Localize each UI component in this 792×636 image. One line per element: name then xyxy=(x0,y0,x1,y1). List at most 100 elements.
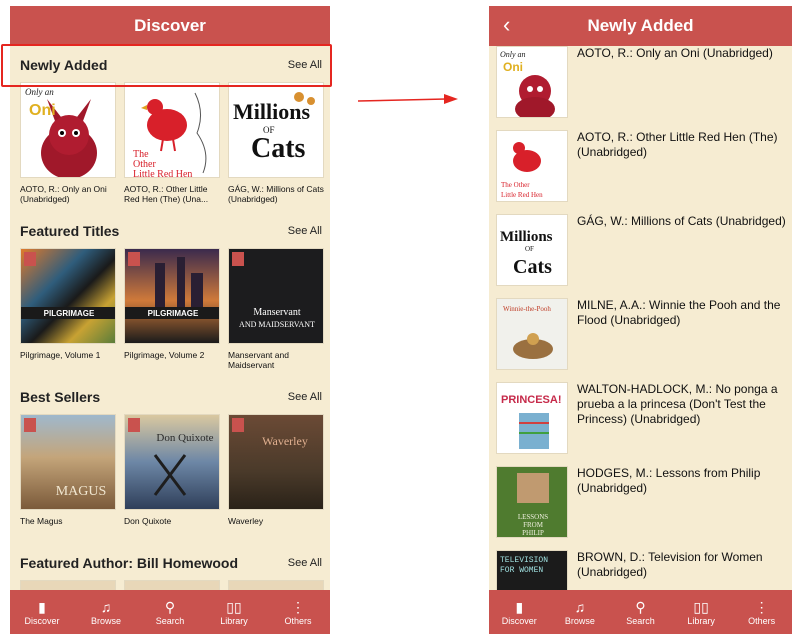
tab-library[interactable]: ▯▯ Library xyxy=(206,598,262,626)
book-card[interactable]: PILGRIMAGE Pilgrimage, Volume 2 xyxy=(124,248,220,372)
search-icon: ⚲ xyxy=(164,599,176,615)
svg-text:Waverley: Waverley xyxy=(262,434,308,448)
tab-search[interactable]: ⚲ Search xyxy=(612,598,668,626)
svg-text:PHILIP: PHILIP xyxy=(522,529,544,537)
section-featured-author: Featured Author: Bill Homewood See All xyxy=(10,550,330,594)
tab-others[interactable]: ⋮ Others xyxy=(270,598,326,626)
newly-added-screen: ‹ Newly Added Only an Oni AOTO, R.: Only… xyxy=(489,6,792,634)
tab-library[interactable]: ▯▯ Library xyxy=(673,598,729,626)
section-title: Best Sellers xyxy=(20,389,101,405)
book-caption: AOTO, R.: Only an Oni (Unabridged) xyxy=(20,184,107,204)
discover-header: Discover xyxy=(10,6,330,46)
list-item[interactable]: Only an Oni AOTO, R.: Only an Oni (Unabr… xyxy=(496,46,792,122)
more-vertical-icon: ⋮ xyxy=(754,599,769,615)
music-note-icon: ♫ xyxy=(100,599,112,615)
book-cover: The Other Little Red Hen xyxy=(496,130,568,202)
svg-text:Don Quixote: Don Quixote xyxy=(156,432,213,444)
svg-text:Cats: Cats xyxy=(513,256,552,278)
tab-others[interactable]: ⋮ Others xyxy=(734,598,790,626)
see-all-button[interactable]: See All xyxy=(288,391,322,403)
book-card[interactable]: Millions OF Cats GÁG, W.: Millions of Ca… xyxy=(228,82,324,206)
book-caption: Pilgrimage, Volume 1 xyxy=(20,350,101,360)
book-cover: Millions OF Cats xyxy=(496,214,568,286)
svg-text:AND MAIDSERVANT: AND MAIDSERVANT xyxy=(239,320,315,329)
book-card[interactable]: The Other Little Red Hen AOTO, R.: Other… xyxy=(124,82,220,206)
list-item-title: WALTON-HADLOCK, M.: No ponga a prueba a … xyxy=(577,382,778,426)
svg-text:Oni: Oni xyxy=(29,102,56,119)
list-item-title: GÁG, W.: Millions of Cats (Unabridged) xyxy=(577,214,786,228)
bottom-tab-bar: ▮ Discover ♫ Browse ⚲ Search ▯▯ Library ⋮ Oth… xyxy=(10,590,330,634)
page-title: Newly Added xyxy=(587,16,694,35)
book-cover: Don Quixote xyxy=(124,414,220,510)
book-cover: Millions OF Cats xyxy=(228,82,324,178)
open-book-icon: ▯▯ xyxy=(226,599,242,615)
svg-text:Cats: Cats xyxy=(251,133,306,164)
svg-text:PILGRIMAGE: PILGRIMAGE xyxy=(148,309,199,318)
book-card[interactable]: PILGRIMAGE Pilgrimage, Volume 1 xyxy=(20,248,116,372)
newly-added-header: ‹ Newly Added xyxy=(489,6,792,46)
book-card[interactable]: Waverley Waverley xyxy=(228,414,324,538)
book-cover: Waverley xyxy=(228,414,324,510)
svg-text:Millions: Millions xyxy=(500,229,553,245)
svg-text:Oni: Oni xyxy=(503,60,523,74)
see-all-button[interactable]: See All xyxy=(288,557,322,569)
book-cover: MAGUS xyxy=(20,414,116,510)
back-arrow-icon[interactable]: ‹ xyxy=(503,12,510,38)
list-item[interactable]: LESSONS FROM PHILIP HODGES, M.: Lessons … xyxy=(496,466,792,542)
book-caption: GÁG, W.: Millions of Cats (Unabridged) xyxy=(228,184,324,204)
book-icon: ▮ xyxy=(38,599,46,615)
book-cover: PILGRIMAGE xyxy=(124,248,220,344)
section-title: Featured Author: Bill Homewood xyxy=(20,555,239,571)
bottom-tab-bar: ▮ Discover ♫ Browse ⚲ Search ▯▯ Library ⋮ Oth… xyxy=(489,590,792,634)
svg-text:Only an: Only an xyxy=(500,50,526,59)
page-title: Discover xyxy=(134,16,206,35)
svg-text:TELEVISION: TELEVISION xyxy=(500,556,548,565)
book-cover: Manservant AND MAIDSERVANT xyxy=(228,248,324,344)
tab-browse[interactable]: ♫ Browse xyxy=(552,598,608,626)
tab-discover[interactable]: ▮ Discover xyxy=(14,598,70,626)
tab-discover[interactable]: ▮ Discover xyxy=(491,598,547,626)
svg-text:Millions: Millions xyxy=(233,99,310,124)
book-cover: The Other Little Red Hen xyxy=(124,82,220,178)
list-item[interactable]: Winnie-the-Pooh MILNE, A.A.: Winnie the … xyxy=(496,298,792,374)
svg-text:Little Red Hen: Little Red Hen xyxy=(501,191,543,199)
book-caption: AOTO, R.: Other Little Red Hen (The) (Un… xyxy=(124,184,209,204)
see-all-button[interactable]: See All xyxy=(288,225,322,237)
book-cover: LESSONS FROM PHILIP xyxy=(496,466,568,538)
book-card[interactable]: Only an Oni AOTO, R.: Only an Oni (Unabr… xyxy=(20,82,116,206)
list-item-title: BROWN, D.: Television for Women (Unabrid… xyxy=(577,550,763,579)
book-icon: ▮ xyxy=(515,599,524,615)
book-caption: Waverley xyxy=(228,516,264,526)
list-item[interactable]: PRINCESA! WALTON-HADLOCK, M.: No ponga a… xyxy=(496,382,792,458)
list-item[interactable]: Millions OF Cats GÁG, W.: Millions of Ca… xyxy=(496,214,792,290)
tab-browse[interactable]: ♫ Browse xyxy=(78,598,134,626)
book-card[interactable]: Manservant AND MAIDSERVANT Manservant an… xyxy=(228,248,324,372)
svg-text:The Other: The Other xyxy=(501,181,530,189)
discover-screen: Discover Newly Added See All Only an Oni… xyxy=(10,6,330,634)
svg-text:PRINCESA!: PRINCESA! xyxy=(501,394,562,406)
section-title: Featured Titles xyxy=(20,223,120,239)
list-item-title: AOTO, R.: Only an Oni (Unabridged) xyxy=(577,46,773,60)
book-cover: Winnie-the-Pooh xyxy=(496,298,568,370)
book-cover: PILGRIMAGE xyxy=(20,248,116,344)
book-card[interactable]: Don Quixote Don Quixote xyxy=(124,414,220,538)
highlight-box xyxy=(1,44,332,87)
book-caption: Don Quixote xyxy=(124,516,172,526)
svg-text:FROM: FROM xyxy=(523,521,544,529)
book-cover: Only an Oni xyxy=(20,82,116,178)
section-best-sellers: Best Sellers See All MAGUS The Magus Don… xyxy=(10,384,330,538)
more-vertical-icon: ⋮ xyxy=(291,599,305,615)
book-cover: PRINCESA! xyxy=(496,382,568,454)
svg-text:Winnie-the-Pooh: Winnie-the-Pooh xyxy=(503,305,551,313)
list-item[interactable]: The Other Little Red Hen AOTO, R.: Other… xyxy=(496,130,792,206)
svg-text:MAGUS: MAGUS xyxy=(56,484,107,499)
tab-search[interactable]: ⚲ Search xyxy=(142,598,198,626)
svg-text:LESSONS: LESSONS xyxy=(518,513,548,521)
list-item-title: HODGES, M.: Lessons from Philip (Unabrid… xyxy=(577,466,761,495)
open-book-icon: ▯▯ xyxy=(693,599,709,615)
svg-text:OF: OF xyxy=(525,245,534,253)
svg-text:Manservant: Manservant xyxy=(253,307,300,318)
book-card[interactable]: MAGUS The Magus xyxy=(20,414,116,538)
svg-text:FOR WOMEN: FOR WOMEN xyxy=(500,566,543,575)
book-caption: Pilgrimage, Volume 2 xyxy=(124,350,205,360)
